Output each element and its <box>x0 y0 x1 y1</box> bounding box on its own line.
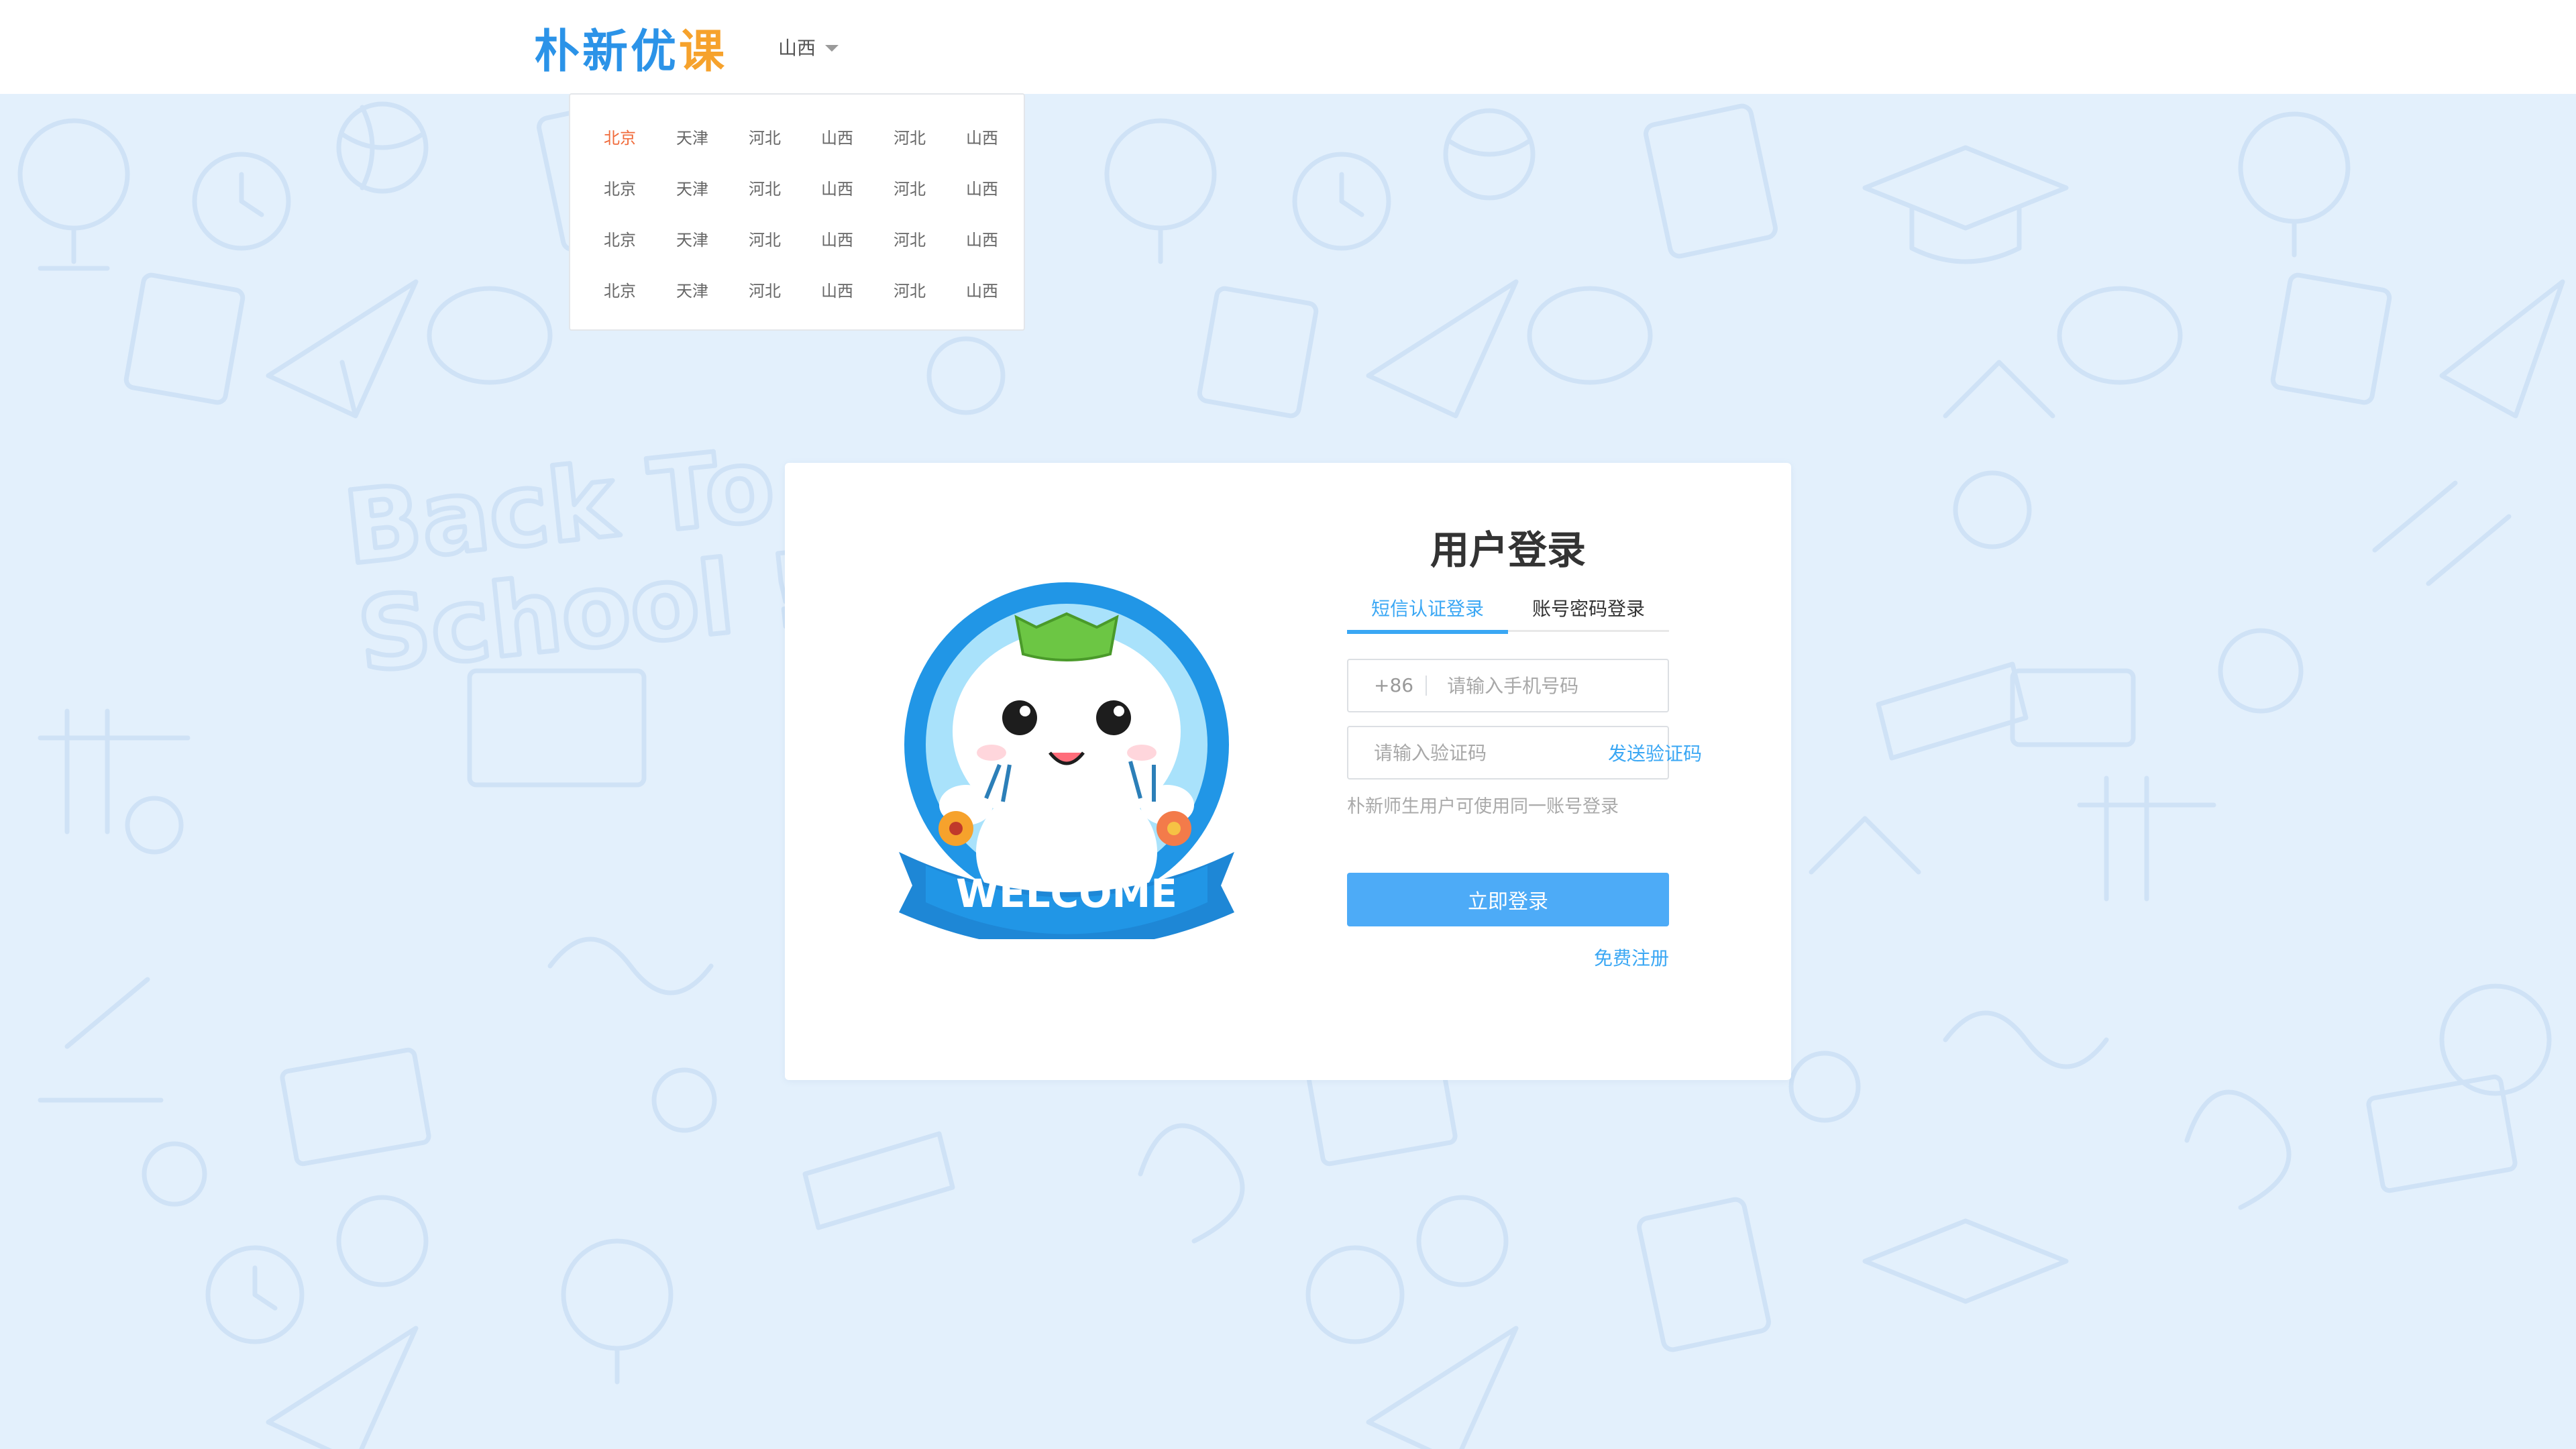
region-dropdown: 北京 天津 河北 山西 河北 山西 北京 天津 河北 山西 河北 山西 北京 天津 河北 山西 河北 山西 北京 天津… <box>569 93 1025 331</box>
phone-input[interactable] <box>1427 674 1682 697</box>
login-submit-button[interactable]: 立即登录 <box>1347 873 1669 926</box>
region-option[interactable]: 北京 <box>584 162 656 213</box>
region-option[interactable]: 山西 <box>801 213 873 264</box>
brand-logo[interactable]: 朴新优课 <box>534 17 727 78</box>
region-option[interactable]: 河北 <box>873 264 946 315</box>
region-option[interactable]: 山西 <box>801 264 873 315</box>
region-selected-label: 山西 <box>778 37 816 59</box>
phone-field: +86 <box>1347 659 1682 712</box>
welcome-banner-text: WELCOME <box>956 871 1177 916</box>
region-option[interactable]: 河北 <box>873 213 946 264</box>
region-option[interactable]: 山西 <box>946 162 1018 213</box>
region-option[interactable]: 河北 <box>873 111 946 162</box>
login-tabs: 短信认证登录 账号密码登录 <box>1347 592 1669 634</box>
caret-down-icon <box>825 45 839 52</box>
region-option[interactable]: 河北 <box>729 162 801 213</box>
region-selector[interactable]: 山西 <box>778 31 839 63</box>
region-option[interactable]: 天津 <box>656 264 729 315</box>
region-option[interactable]: 河北 <box>729 213 801 264</box>
region-option[interactable]: 山西 <box>801 162 873 213</box>
tab-password-login[interactable]: 账号密码登录 <box>1508 592 1669 630</box>
send-code-button[interactable]: 发送验证码 <box>1608 739 1726 766</box>
region-option[interactable]: 天津 <box>656 111 729 162</box>
region-option[interactable]: 山西 <box>946 111 1018 162</box>
login-hint-text: 朴新师生用户可使用同一账号登录 <box>1347 796 1619 817</box>
verification-code-field: 发送验证码 <box>1347 726 1702 780</box>
region-option[interactable]: 河北 <box>873 162 946 213</box>
region-option[interactable]: 山西 <box>801 111 873 162</box>
region-option[interactable]: 山西 <box>946 213 1018 264</box>
region-option[interactable]: 北京 <box>584 111 656 162</box>
region-option[interactable]: 山西 <box>946 264 1018 315</box>
country-code-prefix[interactable]: +86 <box>1348 676 1428 696</box>
region-option[interactable]: 天津 <box>656 162 729 213</box>
login-card: WELCOME 用户登录 短信认证登录 账号密码登录 +86 发送验证码 朴新师… <box>785 463 1791 1080</box>
region-option[interactable]: 天津 <box>656 213 729 264</box>
welcome-mascot-illustration: WELCOME <box>899 582 1234 939</box>
region-option[interactable]: 北京 <box>584 264 656 315</box>
login-form: 用户登录 短信认证登录 账号密码登录 +86 发送验证码 朴新师生用户可使用同一… <box>1347 523 1702 971</box>
login-title: 用户登录 <box>1430 527 1586 573</box>
tab-sms-login[interactable]: 短信认证登录 <box>1347 592 1508 634</box>
region-option[interactable]: 河北 <box>729 264 801 315</box>
region-grid: 北京 天津 河北 山西 河北 山西 北京 天津 河北 山西 河北 山西 北京 天津 河北 山西 河北 山西 北京 天津… <box>584 111 1010 315</box>
logo-text: 朴新优课 <box>534 25 728 78</box>
region-option[interactable]: 北京 <box>584 213 656 264</box>
free-register-link[interactable]: 免费注册 <box>1347 944 1669 971</box>
top-header: 朴新优课 山西 <box>0 0 2576 94</box>
verification-code-input[interactable] <box>1348 741 1608 764</box>
region-option[interactable]: 河北 <box>729 111 801 162</box>
